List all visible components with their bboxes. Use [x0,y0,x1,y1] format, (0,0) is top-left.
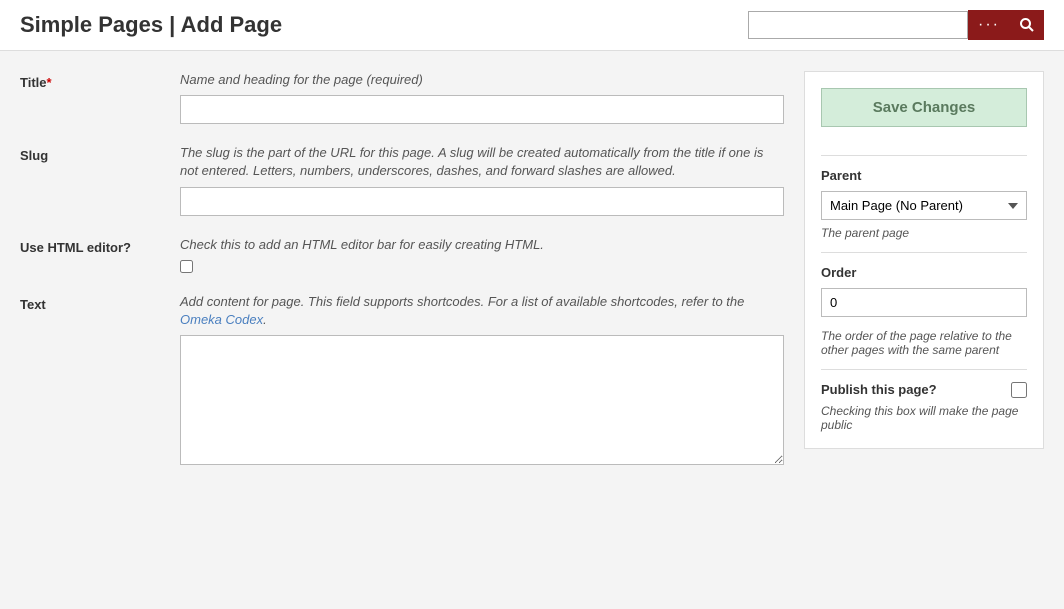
slug-field: The slug is the part of the URL for this… [180,144,784,215]
parent-section-label: Parent [821,168,1027,183]
sidebar-box: Save Changes Parent Main Page (No Parent… [804,71,1044,449]
divider-1 [821,155,1027,156]
text-textarea[interactable] [180,335,784,465]
slug-description: The slug is the part of the URL for this… [180,144,784,180]
page-title: Simple Pages | Add Page [20,12,282,38]
html-editor-field: Check this to add an HTML editor bar for… [180,236,784,273]
publish-label: Publish this page? [821,382,937,397]
html-editor-label: Use HTML editor? [20,236,180,255]
html-editor-checkbox[interactable] [180,260,193,273]
text-field: Add content for page. This field support… [180,293,784,468]
search-dots-button[interactable]: ··· [968,10,1010,40]
title-row: Title* Name and heading for the page (re… [20,71,784,124]
divider-2 [821,252,1027,253]
order-section-label: Order [821,265,1027,280]
html-editor-row: Use HTML editor? Check this to add an HT… [20,236,784,273]
title-input[interactable] [180,95,784,124]
title-label: Title* [20,71,180,90]
parent-helper-text: The parent page [821,226,1027,240]
title-description: Name and heading for the page (required) [180,71,784,89]
search-button[interactable] [1010,10,1044,40]
omeka-codex-link[interactable]: Omeka Codex [180,312,263,327]
publish-row: Publish this page? [821,382,1027,398]
title-field: Name and heading for the page (required) [180,71,784,124]
slug-row: Slug The slug is the part of the URL for… [20,144,784,215]
search-input[interactable] [748,11,968,39]
parent-select[interactable]: Main Page (No Parent) [821,191,1027,220]
main-content: Title* Name and heading for the page (re… [0,51,1064,508]
save-changes-button[interactable]: Save Changes [821,88,1027,127]
order-helper-text: The order of the page relative to the ot… [821,329,1027,357]
search-icon [1020,18,1034,32]
top-bar: Simple Pages | Add Page ··· [0,0,1064,51]
right-panel: Save Changes Parent Main Page (No Parent… [804,71,1044,488]
publish-helper-text: Checking this box will make the page pub… [821,404,1027,432]
left-panel: Title* Name and heading for the page (re… [20,71,784,488]
slug-input[interactable] [180,187,784,216]
publish-checkbox[interactable] [1011,382,1027,398]
text-label: Text [20,293,180,312]
text-description: Add content for page. This field support… [180,293,784,329]
slug-label: Slug [20,144,180,163]
html-editor-description: Check this to add an HTML editor bar for… [180,236,784,254]
search-bar: ··· [748,10,1044,40]
text-row: Text Add content for page. This field su… [20,293,784,468]
divider-3 [821,369,1027,370]
order-input[interactable] [821,288,1027,317]
html-editor-checkbox-row [180,260,784,273]
